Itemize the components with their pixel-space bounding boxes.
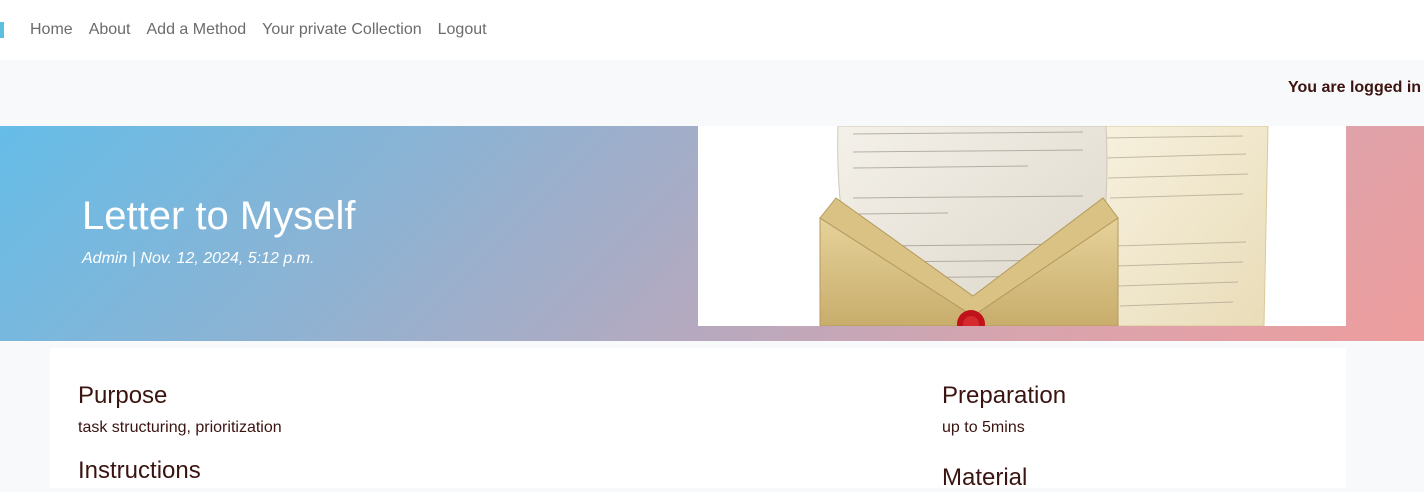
page-title: Letter to Myself	[82, 194, 356, 238]
preparation-heading: Preparation	[942, 382, 1067, 409]
preparation-text: up to 5mins	[942, 419, 1025, 436]
letter-envelope-icon	[698, 126, 1346, 326]
status-strip	[0, 60, 1424, 126]
nav-link-home[interactable]: Home	[30, 0, 73, 60]
material-heading: Material	[942, 464, 1028, 491]
login-status-text: You are logged in	[1288, 79, 1422, 96]
nav-links: Home About Add a Method Your private Col…	[30, 0, 503, 60]
method-card: Purpose task structuring, prioritization…	[50, 348, 1346, 491]
nav-link-about[interactable]: About	[89, 0, 131, 60]
nav-link-logout[interactable]: Logout	[438, 0, 487, 60]
purpose-text: task structuring, prioritization	[78, 419, 282, 436]
brand-logo[interactable]	[0, 22, 4, 38]
nav-link-add-method[interactable]: Add a Method	[147, 0, 247, 60]
nav-link-private-collection[interactable]: Your private Collection	[262, 0, 422, 60]
post-meta: Admin | Nov. 12, 2024, 5:12 p.m.	[82, 250, 315, 267]
top-navbar: Home About Add a Method Your private Col…	[0, 0, 1424, 60]
instructions-heading: Instructions	[78, 457, 201, 484]
purpose-heading: Purpose	[78, 382, 168, 409]
